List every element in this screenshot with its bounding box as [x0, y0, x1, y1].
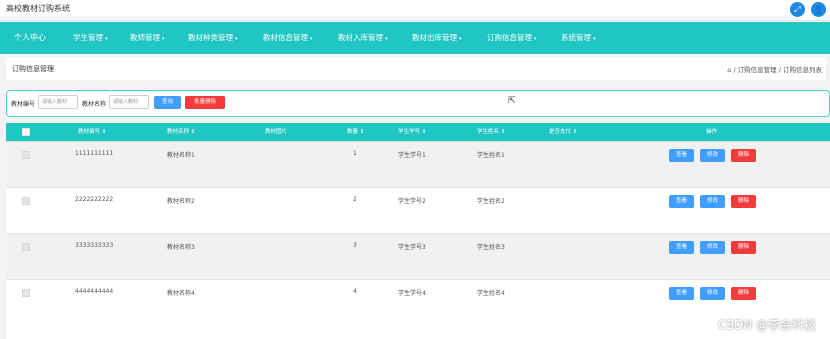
edit-button[interactable]: 修改 — [700, 241, 725, 254]
delete-button[interactable]: 删除 — [731, 195, 756, 208]
cell-code: 1111111111 — [75, 150, 114, 157]
user-icon[interactable]: 👤 — [811, 2, 826, 17]
cell-name: 教材名称4 — [167, 290, 195, 297]
edit-button[interactable]: 修改 — [700, 195, 725, 208]
cell-student-id: 学生学号3 — [398, 244, 426, 251]
chevron-down-icon: ▾ — [534, 36, 537, 42]
cell-quantity: 2 — [353, 196, 357, 203]
delete-button[interactable]: 删除 — [731, 241, 756, 254]
delete-button[interactable]: 删除 — [731, 287, 756, 300]
batch-delete-button[interactable]: 批量删除 — [185, 96, 225, 109]
cell-name: 教材名称1 — [167, 152, 195, 159]
table-row: 4444444444 教材名称4 4 学生学号4 学生姓名4 查看 修改 删除 — [6, 279, 830, 325]
chevron-down-icon: ▾ — [105, 36, 108, 42]
cell-student-name: 学生姓名4 — [477, 290, 505, 297]
chevron-down-icon: ▾ — [235, 36, 238, 42]
col-header-student-name[interactable]: 学生姓名 ⇕ — [477, 123, 505, 141]
nav-item-personal-center[interactable]: 个人中心 — [14, 22, 46, 54]
mouse-cursor-icon: ⇱ — [508, 96, 516, 106]
table-row: 3333333333 教材名称3 3 学生学号3 学生姓名3 查看 修改 删除 — [6, 233, 830, 279]
nav-item-textbook-types[interactable]: 教材种类管理 ▾ — [188, 22, 238, 54]
chevron-down-icon: ▾ — [385, 36, 388, 42]
nav-item-textbook-outbound[interactable]: 教材出库管理 ▾ — [412, 22, 462, 54]
page-title: 订购信息管理 — [12, 65, 54, 73]
view-button[interactable]: 查看 — [669, 241, 694, 254]
chevron-down-icon: ▾ — [310, 36, 313, 42]
textbook-code-label: 教材编号 — [11, 101, 36, 108]
nav-item-textbook-info[interactable]: 教材信息管理 ▾ — [263, 22, 313, 54]
cell-name: 教材名称2 — [167, 198, 195, 205]
nav-item-teachers[interactable]: 教师管理 ▾ — [130, 22, 165, 54]
cell-student-id: 学生学号1 — [398, 152, 426, 159]
col-header-quantity[interactable]: 数量 ⇕ — [347, 123, 364, 141]
cell-quantity: 3 — [353, 242, 357, 249]
cell-code: 3333333333 — [75, 242, 114, 249]
cell-student-name: 学生姓名2 — [477, 198, 505, 205]
nav-item-orders[interactable]: 订购信息管理 ▾ — [487, 22, 537, 54]
textbook-code-input[interactable] — [38, 95, 78, 109]
cell-student-name: 学生姓名1 — [477, 152, 505, 159]
row-checkbox[interactable] — [22, 289, 30, 297]
view-button[interactable]: 查看 — [669, 149, 694, 162]
search-panel: 教材编号 教材名称 查询 批量删除 — [6, 90, 830, 117]
edit-button[interactable]: 修改 — [700, 149, 725, 162]
cell-name: 教材名称3 — [167, 244, 195, 251]
cell-quantity: 4 — [353, 288, 357, 295]
cell-code: 4444444444 — [75, 288, 114, 295]
orders-table: 教材编号 ⇕ 教材名称 ⇕ 教材图片 数量 ⇕ 学生学号 ⇕ 学生姓名 ⇕ 是否… — [6, 123, 830, 339]
nav-item-students[interactable]: 学生管理 ▾ — [73, 22, 108, 54]
edit-button[interactable]: 修改 — [700, 287, 725, 300]
cell-code: 2222222222 — [75, 196, 114, 203]
view-button[interactable]: 查看 — [669, 287, 694, 300]
chevron-down-icon: ▾ — [459, 36, 462, 42]
watermark: CSDN @李会科技 — [717, 318, 816, 332]
select-all-checkbox[interactable] — [22, 128, 30, 136]
table-row: 1111111111 教材名称1 1 学生学号1 学生姓名1 查看 修改 删除 — [6, 141, 830, 187]
chevron-down-icon: ▾ — [593, 36, 596, 42]
cell-student-name: 学生姓名3 — [477, 244, 505, 251]
app-title: 高校教材订购系统 — [6, 4, 70, 13]
delete-button[interactable]: 删除 — [731, 149, 756, 162]
cell-quantity: 1 — [353, 150, 357, 157]
textbook-name-label: 教材名称 — [82, 101, 107, 108]
row-checkbox[interactable] — [22, 243, 30, 251]
col-header-actions: 操作 — [706, 129, 718, 135]
view-button[interactable]: 查看 — [669, 195, 694, 208]
col-header-name[interactable]: 教材名称 ⇕ — [167, 123, 195, 141]
table-header: 教材编号 ⇕ 教材名称 ⇕ 教材图片 数量 ⇕ 学生学号 ⇕ 学生姓名 ⇕ 是否… — [6, 123, 830, 141]
nav-item-system[interactable]: 系统管理 ▾ — [561, 22, 596, 54]
col-header-code[interactable]: 教材编号 ⇕ — [78, 123, 106, 141]
expand-icon[interactable]: ⤢ — [790, 2, 805, 17]
nav-item-textbook-inbound[interactable]: 教材入库管理 ▾ — [338, 22, 388, 54]
row-checkbox[interactable] — [22, 151, 30, 159]
cell-student-id: 学生学号4 — [398, 290, 426, 297]
textbook-name-input[interactable] — [109, 95, 149, 109]
cell-student-id: 学生学号2 — [398, 198, 426, 205]
chevron-down-icon: ▾ — [162, 36, 165, 42]
main-nav: 个人中心 学生管理 ▾ 教师管理 ▾ 教材种类管理 ▾ 教材信息管理 ▾ 教材入库管理 ▾… — [0, 22, 830, 54]
table-row: 2222222222 教材名称2 2 学生学号2 学生姓名2 查看 修改 删除 — [6, 187, 830, 233]
col-header-paid[interactable]: 是否支付 ⇕ — [549, 123, 577, 141]
col-header-student-id[interactable]: 学生学号 ⇕ — [398, 123, 426, 141]
top-bar: 高校教材订购系统 ⤢ 👤 — [0, 0, 830, 21]
breadcrumb-bar: 订购信息管理 ⌂ / 订购信息管理 / 订购信息列表 — [6, 58, 826, 80]
row-checkbox[interactable] — [22, 197, 30, 205]
col-header-image: 教材图片 — [265, 129, 288, 135]
breadcrumb[interactable]: ⌂ / 订购信息管理 / 订购信息列表 — [727, 64, 822, 74]
query-button[interactable]: 查询 — [154, 96, 181, 109]
